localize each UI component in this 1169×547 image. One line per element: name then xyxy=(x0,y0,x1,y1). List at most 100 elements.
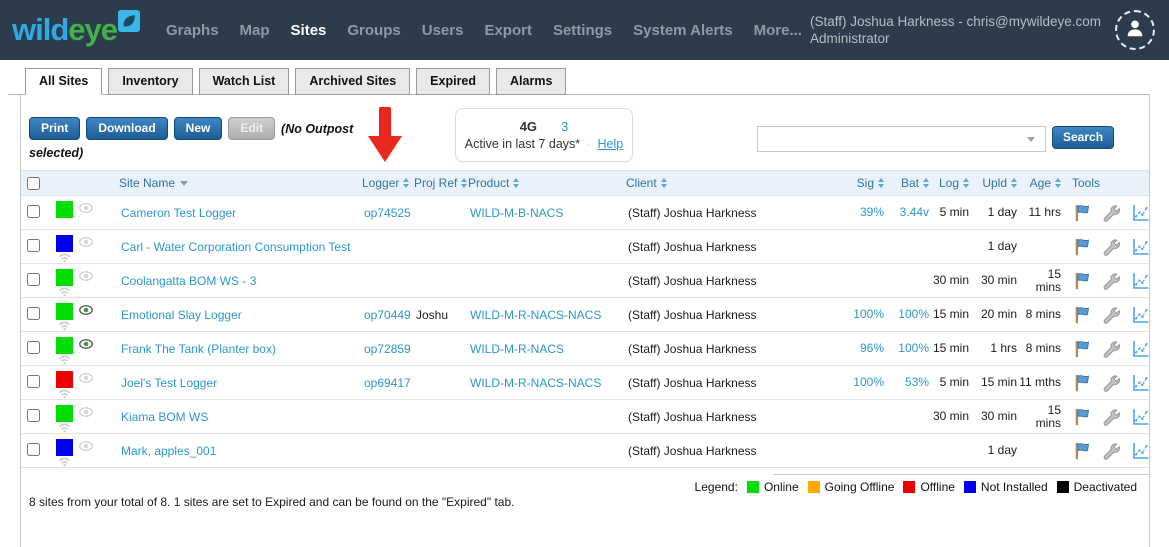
tab-inventory[interactable]: Inventory xyxy=(108,68,192,95)
nav-item-graphs[interactable]: Graphs xyxy=(166,22,219,39)
nav-item-system-alerts[interactable]: System Alerts xyxy=(633,22,733,39)
site-name-link[interactable]: Frank The Tank (Planter box) xyxy=(121,342,276,356)
chart-icon[interactable] xyxy=(1130,407,1150,427)
flag-icon[interactable] xyxy=(1072,373,1092,393)
tab-all-sites[interactable]: All Sites xyxy=(25,68,102,95)
header-product[interactable]: Product xyxy=(468,176,626,190)
header-sig[interactable]: Sig xyxy=(844,176,886,190)
row-checkbox[interactable] xyxy=(27,443,40,456)
row-checkbox[interactable] xyxy=(27,341,40,354)
site-name-link[interactable]: Cameron Test Logger xyxy=(121,206,236,220)
logger-link[interactable]: op74525 xyxy=(364,206,411,220)
tab-archived-sites[interactable]: Archived Sites xyxy=(295,68,410,95)
nav-item-groups[interactable]: Groups xyxy=(347,22,400,39)
dropdown-caret-icon[interactable] xyxy=(1027,137,1035,142)
site-name-link[interactable]: Joel's Test Logger xyxy=(121,376,217,390)
tab-watch-list[interactable]: Watch List xyxy=(199,68,290,95)
site-name-link[interactable]: Carl - Water Corporation Consumption Tes… xyxy=(121,240,350,254)
nav-item-export[interactable]: Export xyxy=(484,22,532,39)
row-checkbox[interactable] xyxy=(27,239,40,252)
flag-icon[interactable] xyxy=(1072,305,1092,325)
nav-item-settings[interactable]: Settings xyxy=(553,22,612,39)
wrench-icon[interactable] xyxy=(1101,237,1121,257)
row-checkbox[interactable] xyxy=(27,307,40,320)
chart-icon[interactable] xyxy=(1130,305,1150,325)
header-client[interactable]: Client xyxy=(626,176,844,190)
chart-icon[interactable] xyxy=(1130,441,1150,461)
header-bat[interactable]: Bat xyxy=(886,176,931,190)
row-checkbox[interactable] xyxy=(27,409,40,422)
wrench-icon[interactable] xyxy=(1101,203,1121,223)
wrench-icon[interactable] xyxy=(1101,407,1121,427)
header-upld[interactable]: Upld xyxy=(971,176,1019,190)
header-age[interactable]: Age xyxy=(1019,176,1063,190)
header-log[interactable]: Log xyxy=(931,176,971,190)
select-all-checkbox[interactable] xyxy=(27,177,40,190)
chart-icon[interactable] xyxy=(1130,339,1150,359)
eye-icon[interactable] xyxy=(79,406,93,420)
nav-item-users[interactable]: Users xyxy=(422,22,464,39)
edit-button[interactable]: Edit xyxy=(228,117,275,140)
row-checkbox[interactable] xyxy=(27,205,40,218)
eye-icon[interactable] xyxy=(79,236,93,250)
flag-icon[interactable] xyxy=(1072,271,1092,291)
flag-icon[interactable] xyxy=(1072,339,1092,359)
row-checkbox[interactable] xyxy=(27,273,40,286)
tab-expired[interactable]: Expired xyxy=(416,68,490,95)
header-site-name[interactable]: Site Name xyxy=(119,176,362,190)
chart-icon[interactable] xyxy=(1130,373,1150,393)
bat-link[interactable]: 100% xyxy=(898,307,929,321)
product-link[interactable]: WILD-M-B-NACS xyxy=(470,206,563,220)
nav-item-map[interactable]: Map xyxy=(240,22,270,39)
product-link[interactable]: WILD-M-R-NACS-NACS xyxy=(470,376,601,390)
eye-icon[interactable] xyxy=(79,440,93,454)
wrench-icon[interactable] xyxy=(1101,305,1121,325)
eye-icon[interactable] xyxy=(79,304,93,318)
header-proj-ref[interactable]: Proj Ref xyxy=(414,176,468,190)
wrench-icon[interactable] xyxy=(1101,271,1121,291)
product-link[interactable]: WILD-M-R-NACS xyxy=(470,342,564,356)
flag-icon[interactable] xyxy=(1072,203,1092,223)
nav-item-sites[interactable]: Sites xyxy=(291,22,327,39)
site-name-link[interactable]: Coolangatta BOM WS - 3 xyxy=(121,274,256,288)
bat-link[interactable]: 100% xyxy=(898,341,929,355)
chart-icon[interactable] xyxy=(1130,271,1150,291)
chart-icon[interactable] xyxy=(1130,237,1150,257)
eye-icon[interactable] xyxy=(79,338,93,352)
flag-icon[interactable] xyxy=(1072,237,1092,257)
sig-link[interactable]: 100% xyxy=(853,375,884,389)
sig-link[interactable]: 100% xyxy=(853,307,884,321)
site-name-link[interactable]: Emotional Slay Logger xyxy=(121,308,242,322)
download-button[interactable]: Download xyxy=(86,117,167,140)
eye-icon[interactable] xyxy=(79,202,93,216)
bat-link[interactable]: 53% xyxy=(905,375,929,389)
tab-alarms[interactable]: Alarms xyxy=(496,68,566,95)
logger-link[interactable]: op70449 xyxy=(364,308,411,322)
bat-link[interactable]: 3.44v xyxy=(900,205,929,219)
logger-link[interactable]: op72859 xyxy=(364,342,411,356)
avatar[interactable] xyxy=(1115,10,1155,50)
wrench-icon[interactable] xyxy=(1101,373,1121,393)
sig-link[interactable]: 39% xyxy=(860,205,884,219)
flag-icon[interactable] xyxy=(1072,441,1092,461)
row-checkbox[interactable] xyxy=(27,375,40,388)
sig-link[interactable]: 96% xyxy=(860,341,884,355)
flag-icon[interactable] xyxy=(1072,407,1092,427)
network-active-count[interactable]: 3 xyxy=(561,119,568,134)
new-button[interactable]: New xyxy=(174,117,223,140)
eye-icon[interactable] xyxy=(79,270,93,284)
print-button[interactable]: Print xyxy=(29,117,80,140)
product-link[interactable]: WILD-M-R-NACS-NACS xyxy=(470,308,601,322)
nav-item-more[interactable]: More... xyxy=(754,22,802,39)
wrench-icon[interactable] xyxy=(1101,339,1121,359)
search-button[interactable]: Search xyxy=(1052,126,1114,149)
wrench-icon[interactable] xyxy=(1101,441,1121,461)
search-input[interactable] xyxy=(757,126,1046,152)
help-link[interactable]: Help xyxy=(597,137,623,151)
chart-icon[interactable] xyxy=(1130,203,1150,223)
site-name-link[interactable]: Mark, apples_001 xyxy=(121,444,216,458)
logger-link[interactable]: op69417 xyxy=(364,376,411,390)
eye-icon[interactable] xyxy=(79,372,93,386)
wildeye-logo[interactable]: wildeye xyxy=(12,4,140,56)
header-logger[interactable]: Logger xyxy=(362,176,414,190)
